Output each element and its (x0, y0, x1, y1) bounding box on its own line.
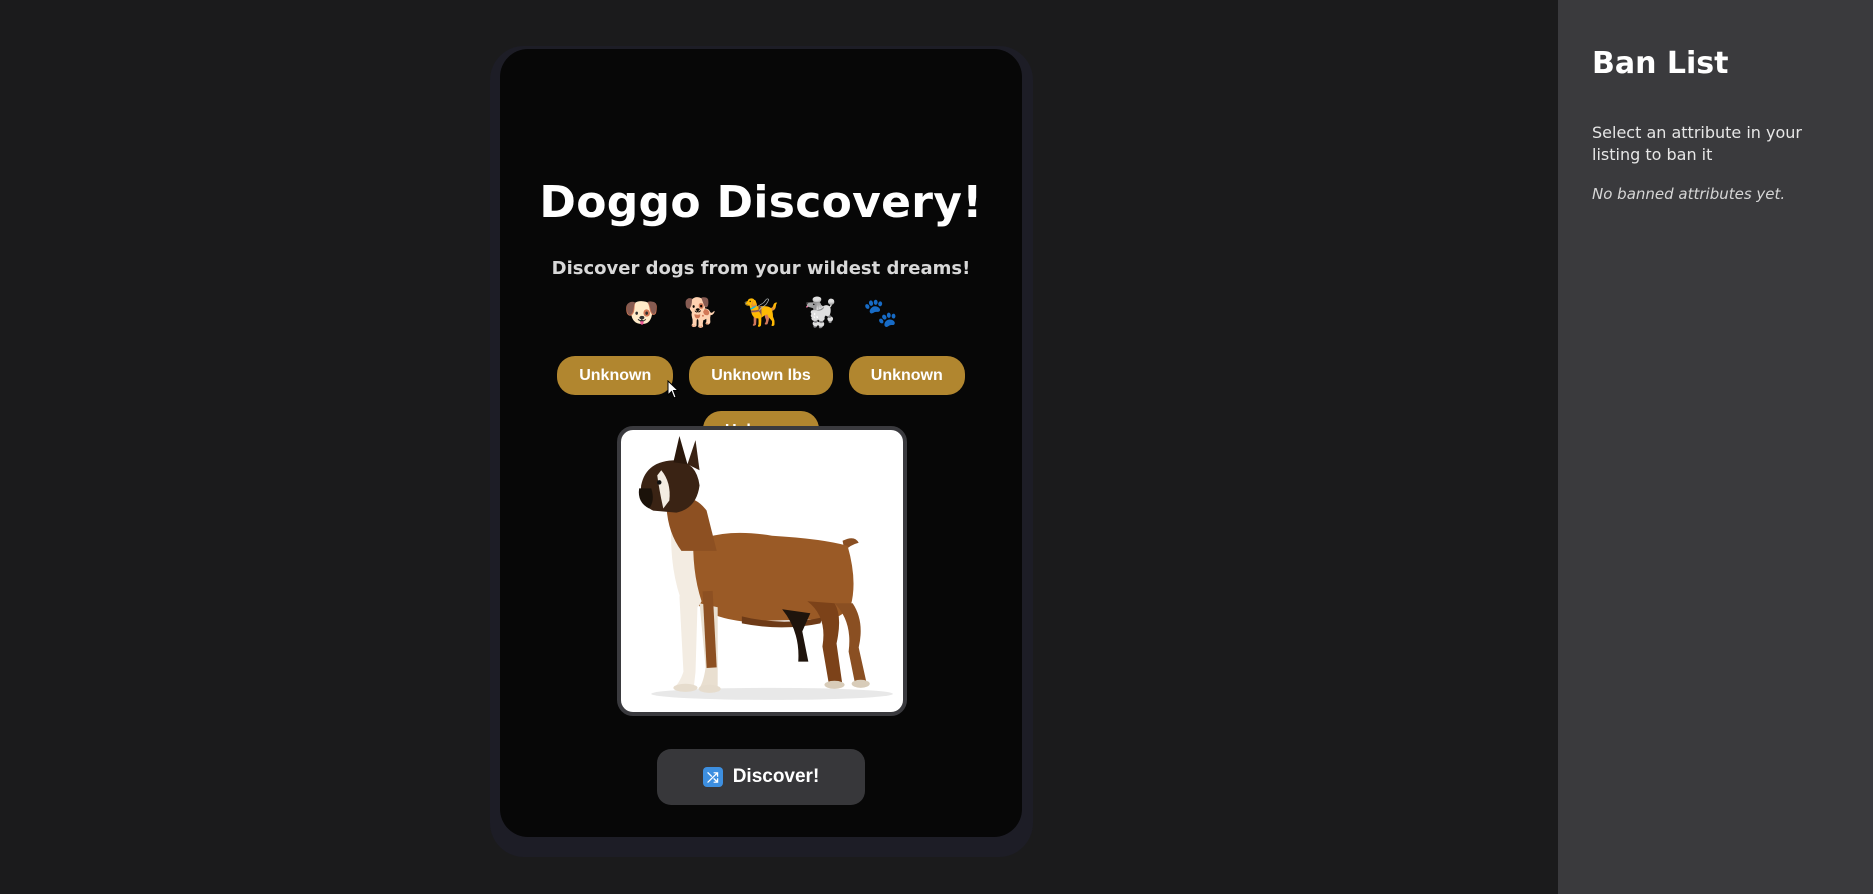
attribute-button[interactable]: Unknown lbs (689, 356, 833, 395)
page-title: Doggo Discovery! (539, 177, 983, 228)
attribute-button[interactable]: Unknown (848, 356, 965, 395)
shuffle-icon: ⤮ (702, 767, 723, 787)
dog-face-icon: 🐶 (624, 296, 659, 329)
dog-image (617, 426, 907, 716)
ban-list-sidebar: Ban List Select an attribute in your lis… (1558, 0, 1873, 894)
dog-icon: 🐕 (683, 296, 719, 329)
paw-prints-icon: 🐾 (863, 296, 898, 329)
emoji-row: 🐶 🐕 🦮 🐩 🐾 (500, 293, 1022, 333)
ban-list-empty-text: No banned attributes yet. (1592, 185, 1786, 203)
attribute-button[interactable]: Unknown (557, 356, 674, 395)
app-root: Doggo Discovery! Discover dogs from your… (0, 0, 1873, 894)
boxer-dog-illustration (638, 436, 893, 700)
ban-list-help-text: Select an attribute in your listing to b… (1592, 123, 1802, 164)
ban-list-title: Ban List (1592, 46, 1729, 81)
discover-button-label: Discover! (732, 766, 820, 787)
poodle-icon: 🐩 (803, 296, 839, 329)
discover-button[interactable]: ⤮ Discover! (657, 749, 865, 805)
discovery-card: Doggo Discovery! Discover dogs from your… (500, 49, 1022, 837)
page-subtitle: Discover dogs from your wildest dreams! (551, 258, 971, 279)
guide-dog-icon: 🦮 (743, 296, 779, 329)
mouse-cursor-icon (667, 380, 680, 399)
